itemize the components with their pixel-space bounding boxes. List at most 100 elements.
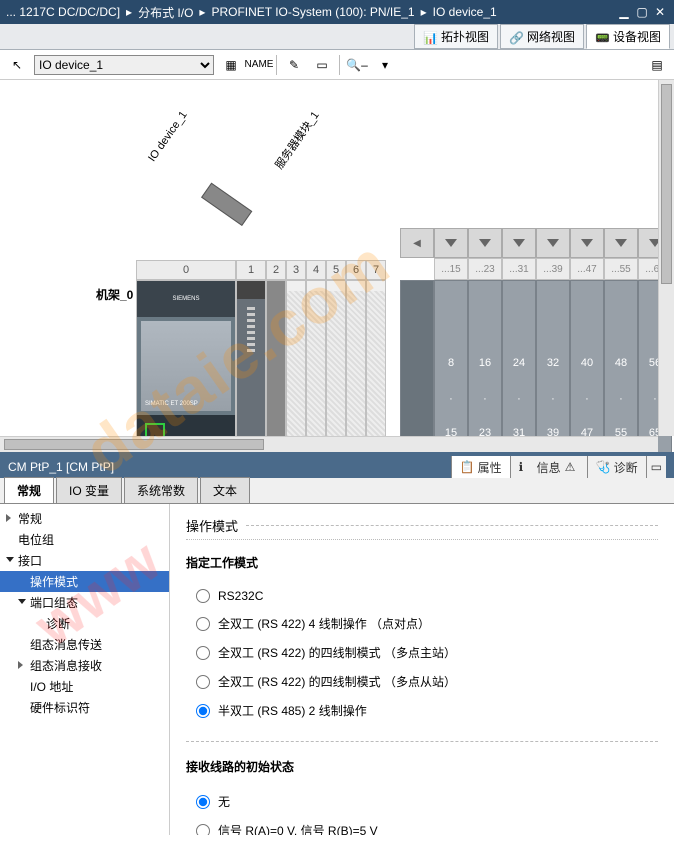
ext-head: ...31 [502,258,536,280]
tree-portgroup[interactable]: 端口组态 [0,592,169,613]
pager-drop[interactable] [434,228,468,258]
network-icon: 🔗 [509,31,523,43]
vscrollbar[interactable] [658,80,674,436]
warning-icon: ⚠ [565,460,579,474]
slot-2-module[interactable] [266,280,286,456]
rtab-info[interactable]: ℹ信息⚠ [510,456,587,478]
crumb-2[interactable]: 分布式 I/O [138,4,193,21]
crumb-sep: ▸ [421,5,427,19]
crumb-1: ... 1217C DC/DC/DC] [6,5,120,19]
separator [276,55,277,75]
slot-empty[interactable] [346,280,366,456]
tree-interface[interactable]: 接口 [0,550,169,571]
tool-name[interactable]: NAME [248,54,270,76]
ext-col[interactable]: 48·55 [604,280,638,456]
radio-none[interactable] [196,795,210,809]
ext-col[interactable]: 40·47 [570,280,604,456]
tool-lasso[interactable]: ✎ [283,54,305,76]
radio-rs232-label: RS232C [218,589,263,603]
tool-pointer[interactable]: ↖ [6,54,28,76]
device-select[interactable]: IO device_1 [34,55,214,75]
radio-rs422-ptp-label: 全双工 (RS 422) 4 线制操作 （点对点） [218,615,430,632]
tree-opmode[interactable]: 操作模式 [0,571,169,592]
pager-row: ◀ [400,228,672,258]
cm-ptp-module[interactable] [201,183,252,226]
port-2[interactable] [145,453,165,456]
tree-hwid[interactable]: 硬件标识符 [0,697,169,718]
zoom-out-icon[interactable]: 🔍‒ [346,54,368,76]
label-cm-ptp: CM PtP_1 [239,121,274,165]
tool-grid[interactable]: ▦ [220,54,242,76]
radio-rs485-label: 半双工 (RS 485) 2 线制操作 [218,702,367,719]
tree-ioaddr[interactable]: I/O 地址 [0,676,169,697]
tree-diag[interactable]: 诊断 [0,613,169,634]
minimize-icon[interactable]: ▁ [616,5,632,19]
ext-col[interactable]: 8·15 [434,280,468,456]
tool-panel-icon[interactable]: ▤ [646,54,668,76]
properties-icon: 📋 [460,460,474,474]
tab-network[interactable]: 🔗 网络视图 [500,24,584,49]
section-workmode: 指定工作模式 [186,554,658,571]
tree-msgrecv[interactable]: 组态消息接收 [0,655,169,676]
ext-col[interactable]: 32·39 [536,280,570,456]
label-io-device: IO device_1 [146,109,190,164]
pager-drop[interactable] [604,228,638,258]
tree-potential[interactable]: 电位组 [0,529,169,550]
slot-empty[interactable] [366,280,386,456]
itab-general[interactable]: 常规 [4,477,54,503]
tab-topology-label: 拓扑视图 [441,28,489,45]
maximize-icon[interactable]: ▢ [634,5,650,19]
diag-icon: 🩺 [596,460,610,474]
inspector-body: 常规 电位组 接口 操作模式 端口组态 诊断 组态消息传送 组态消息接收 I/O… [0,504,674,835]
pager-prev[interactable]: ◀ [400,228,434,258]
crumb-4[interactable]: IO device_1 [433,5,497,19]
rtab-properties[interactable]: 📋属性 [451,456,510,478]
pager-drop[interactable] [468,228,502,258]
slot-head: 2 [266,260,286,280]
slot-empty[interactable] [286,280,306,456]
radio-rs422-ptp[interactable] [196,617,210,631]
rtab-expand-icon[interactable]: ▭ [646,456,666,478]
slot-empty[interactable] [306,280,326,456]
radio-rs485[interactable] [196,704,210,718]
crumb-sep: ▸ [199,5,205,19]
itab-text[interactable]: 文本 [200,477,250,503]
slot-1-module[interactable] [236,280,266,456]
tab-network-label: 网络视图 [527,28,575,45]
et-label: SIMATIC ET 200SP [145,401,198,407]
ext-col[interactable] [400,280,434,456]
slot-empty[interactable] [326,280,346,456]
slot-head: 4 [306,260,326,280]
slot-head: 6 [346,260,366,280]
device-toolbar: ↖ IO device_1 ▦ NAME ✎ ▭ 🔍‒ ▾ ▤ [0,50,674,80]
pager-drop[interactable] [536,228,570,258]
ext-col[interactable]: 24·31 [502,280,536,456]
close-icon[interactable]: ✕ [652,5,668,19]
itab-sysconst[interactable]: 系统常数 [124,477,198,503]
radio-rs232[interactable] [196,589,210,603]
ext-head: ...23 [468,258,502,280]
radio-signal[interactable] [196,824,210,836]
tab-topology[interactable]: 📊 拓扑视图 [414,24,498,49]
crumb-3[interactable]: PROFINET IO-System (100): PN/IE_1 [211,5,414,19]
ext-col[interactable]: 16·23 [468,280,502,456]
pager-drop[interactable] [502,228,536,258]
tree-general[interactable]: 常规 [0,508,169,529]
zoom-dropdown[interactable]: ▾ [374,54,396,76]
hscrollbar[interactable] [0,436,658,452]
device-canvas[interactable]: IO device_1 CM PtP_1 服务器模块_1 机架_0 0 1 2 … [0,80,674,456]
slot-body-row: SIEMENS SIMATIC ET 200SP [136,280,386,456]
pager-drop[interactable] [570,228,604,258]
title-bar: ... 1217C DC/DC/DC] ▸ 分布式 I/O ▸ PROFINET… [0,0,674,24]
radio-rs422-master[interactable] [196,646,210,660]
slot-0-module[interactable]: SIEMENS SIMATIC ET 200SP [136,280,236,456]
rtab-diagnostics[interactable]: 🩺诊断 [587,456,646,478]
tree-msgsend[interactable]: 组态消息传送 [0,634,169,655]
section-initstate: 接收线路的初始状态 [186,758,658,775]
inspector-title-bar: CM PtP_1 [CM PtP] 📋属性 ℹ信息⚠ 🩺诊断 ▭ [0,456,674,478]
inspector-tabs: 常规 IO 变量 系统常数 文本 [0,478,674,504]
radio-rs422-slave[interactable] [196,675,210,689]
tab-device[interactable]: 📟 设备视图 [586,24,670,49]
itab-iovar[interactable]: IO 变量 [56,477,122,503]
tool-box[interactable]: ▭ [311,54,333,76]
